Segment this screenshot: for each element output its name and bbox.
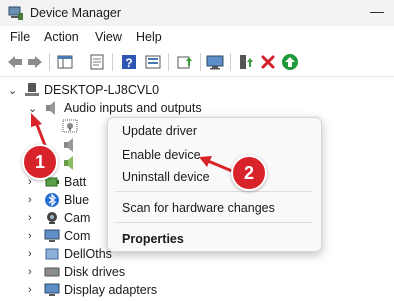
menu-uninstall-device[interactable]: Uninstall device [122, 170, 210, 184]
uninstall-x-icon[interactable] [259, 53, 277, 71]
menu-action[interactable]: Action [44, 30, 79, 44]
computer-view-icon[interactable] [144, 53, 162, 71]
chevron-right-icon[interactable]: › [28, 212, 32, 224]
bluetooth-icon [44, 192, 60, 211]
audio-device-disabled-icon[interactable] [62, 118, 78, 137]
menu-help[interactable]: Help [136, 30, 162, 44]
properties-icon[interactable] [88, 53, 106, 71]
toolbar-separator [49, 53, 50, 71]
tree-category-audio[interactable]: Audio inputs and outputs [64, 101, 202, 115]
menu-properties[interactable]: Properties [122, 232, 184, 246]
toolbar-separator [168, 53, 169, 71]
enable-device-icon[interactable] [281, 53, 299, 71]
tree-root-label[interactable]: DESKTOP-LJ8CVL0 [44, 83, 159, 97]
menu-scan-hardware[interactable]: Scan for hardware changes [122, 201, 275, 215]
device-manager-icon [8, 5, 24, 24]
display-adapter-icon [44, 282, 60, 301]
step-badge-1: 1 [22, 144, 58, 180]
computer-icon [24, 82, 40, 101]
toolbar-separator [200, 53, 201, 71]
chevron-right-icon[interactable]: › [28, 284, 32, 296]
help-icon[interactable]: ? [120, 53, 138, 71]
window-title: Device Manager [30, 6, 122, 20]
tree-category-dellotls[interactable]: DellOths [64, 247, 112, 261]
step-badge-2: 2 [231, 155, 267, 191]
menu-separator [115, 191, 312, 192]
tree-category-disk-drives[interactable]: Disk drives [64, 265, 125, 279]
speaker-icon[interactable] [62, 137, 78, 156]
tree-category-cameras[interactable]: Cam [64, 211, 90, 225]
camera-icon [44, 210, 60, 229]
chevron-right-icon[interactable]: › [28, 194, 32, 206]
show-hide-console-tree-icon[interactable] [56, 53, 74, 71]
forward-arrow-icon[interactable] [26, 53, 44, 71]
speaker-icon [44, 100, 60, 119]
tree-category-batteries[interactable]: Batt [64, 175, 86, 189]
tree-category-display-adapters[interactable]: Display adapters [64, 283, 157, 297]
toolbar-separator [230, 53, 231, 71]
tree-category-computer[interactable]: Com [64, 229, 90, 243]
menu-view[interactable]: View [95, 30, 122, 44]
generic-device-icon [44, 246, 60, 265]
chevron-right-icon[interactable]: › [28, 248, 32, 260]
chevron-down-icon[interactable]: ⌄ [8, 84, 17, 97]
svg-text:?: ? [125, 56, 132, 70]
menu-separator [115, 222, 312, 223]
update-driver-icon[interactable] [176, 53, 194, 71]
menu-update-driver[interactable]: Update driver [122, 124, 197, 138]
minimize-button[interactable] [370, 12, 384, 13]
back-arrow-icon[interactable] [6, 53, 24, 71]
add-driver-icon[interactable] [237, 53, 255, 71]
computer-monitor-icon [44, 228, 60, 247]
disk-drive-icon [44, 264, 60, 283]
tree-category-bluetooth[interactable]: Blue [64, 193, 89, 207]
scan-hardware-icon[interactable] [206, 53, 224, 71]
chevron-down-icon[interactable]: ⌄ [28, 102, 37, 115]
speaker-green-icon[interactable] [62, 155, 78, 174]
menu-file[interactable]: File [10, 30, 30, 44]
chevron-right-icon[interactable]: › [28, 230, 32, 242]
menu-enable-device[interactable]: Enable device [122, 148, 201, 162]
chevron-right-icon[interactable]: › [28, 266, 32, 278]
toolbar-separator [112, 53, 113, 71]
